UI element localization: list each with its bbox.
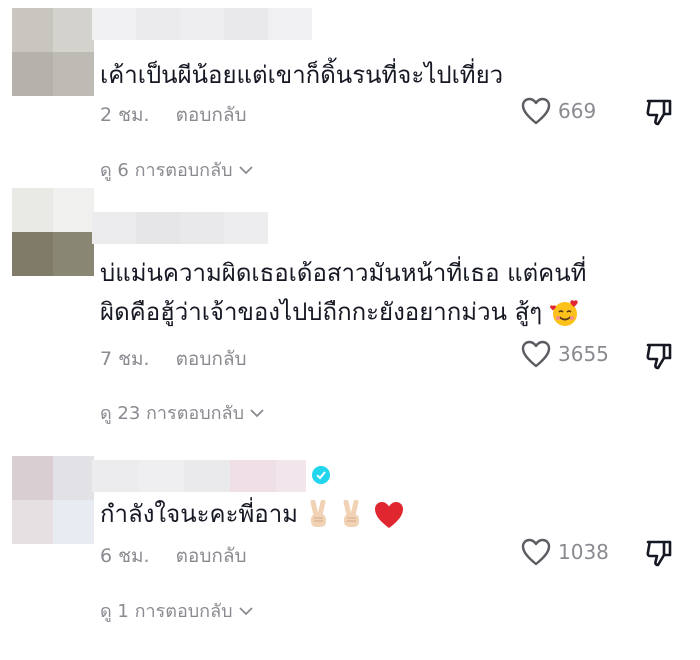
timestamp: 2 ชม.: [100, 104, 150, 126]
chevron-down-icon: [250, 408, 264, 417]
reply-button[interactable]: ตอบกลับ: [176, 348, 247, 370]
red-heart-emoji: [374, 502, 403, 528]
username-blurred[interactable]: [92, 8, 312, 40]
comment-text: เค้าเป็นผีน้อยแต่เขาก็ดิ้นรนที่จะไปเที่ย…: [100, 61, 504, 89]
timestamp: 7 ชม.: [100, 348, 150, 370]
like-count: 3655: [558, 342, 609, 366]
comment-text-line1: บ่แม่นความผิดเธอเด้อสาวมันหน้าที่เธอ แต่…: [100, 259, 587, 287]
smiling-face-with-hearts-emoji: [549, 300, 578, 326]
like-button[interactable]: 1038: [520, 537, 609, 567]
verified-badge-icon: [312, 466, 330, 484]
comment-text: บ่แม่นความผิดเธอเด้อสาวมันหน้าที่เธอ แต่…: [100, 254, 660, 332]
thumbs-down-icon[interactable]: [644, 97, 674, 127]
heart-outline-icon: [521, 97, 551, 125]
thumbs-down-icon[interactable]: [644, 538, 674, 568]
chevron-down-icon: [238, 606, 253, 615]
victory-hand-emoji: [343, 500, 360, 527]
comment-text-line2: ผิดคือฮู้ว่าเจ้าของไปบ่ถืกกะยังอยากม่วน …: [100, 298, 543, 326]
avatar[interactable]: [12, 8, 94, 96]
view-replies-label: ดู 6 การตอบกลับ: [100, 160, 233, 181]
like-button[interactable]: 3655: [520, 339, 609, 369]
view-replies-button[interactable]: ดู 1 การตอบกลับ: [100, 596, 253, 625]
like-count: 669: [558, 99, 597, 123]
view-replies-button[interactable]: ดู 23 การตอบกลับ: [100, 398, 264, 427]
comment-text-body: กำลังใจนะคะพี่อาม: [100, 500, 298, 528]
heart-outline-icon: [521, 340, 551, 368]
username-blurred[interactable]: [92, 212, 268, 244]
like-button[interactable]: 669: [520, 96, 596, 126]
thumbs-down-icon[interactable]: [644, 341, 674, 371]
like-count: 1038: [558, 540, 609, 564]
avatar[interactable]: [12, 188, 94, 276]
timestamp: 6 ชม.: [100, 545, 150, 567]
comment-meta: 6 ชม. ตอบกลับ: [100, 541, 247, 571]
reply-button[interactable]: ตอบกลับ: [176, 104, 247, 126]
comment-meta: 7 ชม. ตอบกลับ: [100, 344, 247, 374]
reply-button[interactable]: ตอบกลับ: [176, 545, 247, 567]
view-replies-button[interactable]: ดู 6 การตอบกลับ: [100, 155, 253, 184]
comment-meta: 2 ชม. ตอบกลับ: [100, 100, 247, 130]
username-blurred[interactable]: [92, 460, 306, 492]
comment-text: กำลังใจนะคะพี่อาม: [100, 495, 660, 534]
heart-outline-icon: [521, 538, 551, 566]
view-replies-label: ดู 23 การตอบกลับ: [100, 403, 244, 424]
victory-hand-emoji: [310, 500, 326, 527]
chevron-down-icon: [238, 165, 253, 174]
avatar[interactable]: [12, 456, 94, 544]
view-replies-label: ดู 1 การตอบกลับ: [100, 601, 233, 622]
